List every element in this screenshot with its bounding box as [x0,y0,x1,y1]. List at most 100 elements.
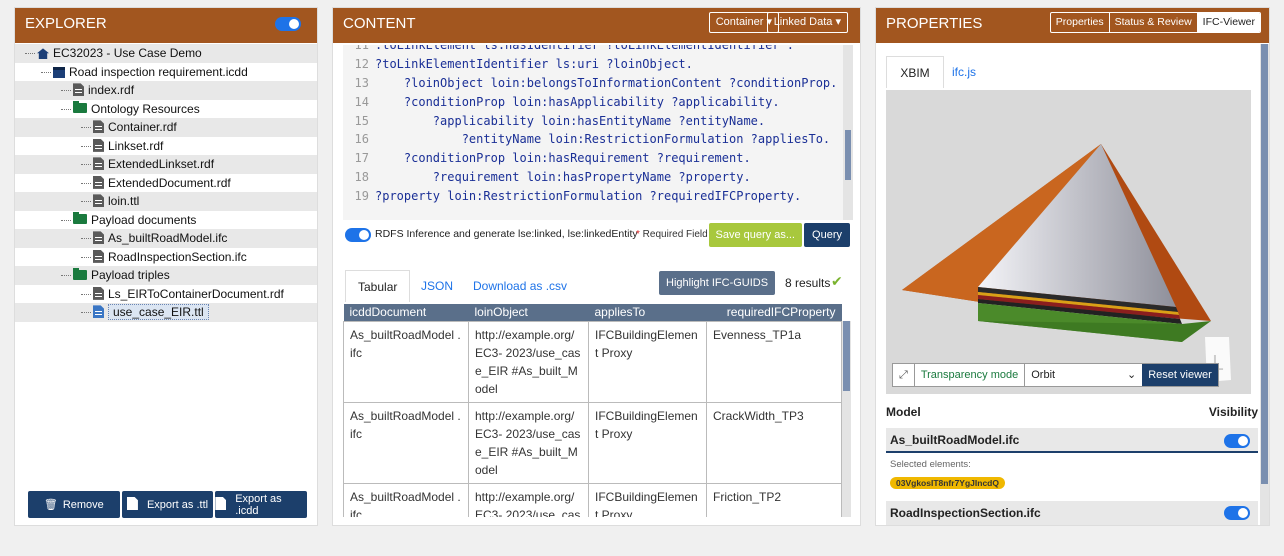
code-text: ?property loin:RestrictionFormulation ?r… [375,189,802,204]
tree-connector [41,71,51,73]
tree-item-label: ExtendedLinkset.rdf [108,157,215,171]
code-line: 19 ?property loin:RestrictionFormulation … [343,187,853,206]
column-header[interactable]: requiredIFCProperty [706,304,842,321]
column-header[interactable]: icddDocument [343,304,469,321]
model-visibility-toggle[interactable] [1224,506,1250,520]
properties-scrollbar[interactable] [1260,44,1269,525]
code-line: 13 ?loinObject loin:belongsToInformation… [343,74,853,93]
column-header[interactable]: appliesTo [588,304,707,321]
selected-elements-label: Selected elements: [890,459,971,470]
tree-item[interactable]: ExtendedDocument.rdf [15,174,317,193]
file-icon [93,138,104,152]
tab-tabular[interactable]: Tabular [345,270,411,302]
tab-xbim[interactable]: XBIM [886,56,944,88]
file-icon [93,286,104,300]
tree-connector [61,275,71,277]
tree-connector [81,312,91,314]
tree-item[interactable]: Payload triples [15,266,317,285]
tree-connector [81,164,91,166]
container-icon [53,66,65,78]
linked-data-dropdown[interactable]: Linked Data ▾ [766,12,848,33]
download-csv-link[interactable]: Download as .csv [473,270,567,302]
tree-item-label: Payload triples [91,268,170,282]
tree-item-label: Linkset.rdf [108,138,164,153]
tree-item[interactable]: Linkset.rdf [15,137,317,156]
tree-item[interactable]: As_builtRoadModel.ifc [15,229,317,248]
results-table: icddDocument loinObject appliesTo requiredI… [343,304,851,517]
folder-icon [73,101,87,114]
selected-guid-badge[interactable]: 03VgkosIT8nfr7YgJIncdQ [890,477,1005,489]
ifc-viewer-canvas[interactable]: L ⤢ Transparency mode Orbit⌄ Reset viewe… [886,90,1251,394]
code-line: 11:toLinkElement ls:hasIdentifier ?toLin… [343,45,853,55]
tab-ifc-viewer[interactable]: IFC-Viewer [1196,13,1260,32]
file-icon [215,497,227,510]
tab-properties[interactable]: Properties [1051,13,1109,32]
content-title: CONTENT [343,15,416,32]
table-row[interactable]: As_builtRoadModel .ifc http://example.org… [343,401,842,484]
tree-connector [81,127,91,129]
table-cell: http://example.org/ EC3- 2023/use_case_E… [468,320,589,403]
table-row[interactable]: As_builtRoadModel .ifc http://example.org… [343,320,842,403]
tab-json[interactable]: JSON [421,270,453,302]
results-count: 8 results [785,276,831,290]
model-row: RoadInspectionSection.ifc [886,501,1258,525]
tree-connector [61,90,71,92]
tab-status-review[interactable]: Status & Review [1108,13,1197,32]
explorer-toggle[interactable] [275,17,301,31]
column-header[interactable]: loinObject [468,304,589,321]
tree-item[interactable]: index.rdf [15,81,317,100]
tree-item[interactable]: loin.ttl [15,192,317,211]
navigation-mode-select[interactable]: Orbit ⌄ [1024,364,1142,386]
model-visibility-toggle[interactable] [1224,434,1250,448]
table-cell: As_builtRoadModel .ifc [343,320,469,403]
inference-label: RDFS Inference and generate lse:linked, … [375,228,638,240]
query-editor[interactable]: 11:toLinkElement ls:hasIdentifier ?toLin… [343,45,853,220]
export-icdd-button[interactable]: Export as .icdd [215,491,308,518]
properties-header: PROPERTIES Properties Status & Review IF… [876,8,1269,43]
table-row[interactable]: As_builtRoadModel .ifc http://example.org… [343,482,842,517]
tree-item[interactable]: use_case_EIR.ttl [15,303,317,322]
inference-toggle[interactable] [345,228,371,242]
tree-item[interactable]: RoadInspectionSection.ifc [15,248,317,267]
code-line: 17 ?conditionProp loin:hasRequirement ?r… [343,149,853,168]
table-cell: IFCBuildingElement Proxy [588,401,707,484]
properties-title: PROPERTIES [886,15,983,32]
folder-icon [73,267,87,280]
save-query-button[interactable]: Save query as... [708,223,802,247]
line-number: 12 [354,56,369,71]
query-button[interactable]: Query [804,223,850,247]
tree-item[interactable]: Road inspection requirement.icdd [15,63,317,82]
tree-item[interactable]: EC32023 - Use Case Demo [15,44,317,63]
tree-item-label: Container.rdf [108,120,177,134]
chevron-down-icon: ⌄ [1127,369,1137,381]
tree-item[interactable]: Ontology Resources [15,100,317,119]
line-number: 19 [354,189,369,204]
tree-item[interactable]: ExtendedLinkset.rdf [15,155,317,174]
reset-viewer-button[interactable]: Reset viewer [1142,364,1218,386]
properties-panel: PROPERTIES Properties Status & Review IF… [876,8,1269,525]
remove-button[interactable]: 🗑 Remove [28,491,120,518]
table-cell: As_builtRoadModel .ifc [343,482,469,517]
code-line: 18 ?requirement loin:hasPropertyName ?pr… [343,168,853,187]
tree-connector [61,108,71,110]
table-cell: Friction_TP2 [706,482,842,517]
transparency-mode-button[interactable]: Transparency mode [913,364,1024,386]
expand-icon[interactable]: ⤢ [893,364,914,386]
selected-elements: Selected elements: 03VgkosIT8nfr7YgJIncd… [886,457,1258,497]
export-ttl-button[interactable]: Export as .ttl [121,491,214,518]
file-icon [126,497,138,510]
file-icon [73,83,84,97]
tree-item-label: EC32023 - Use Case Demo [53,46,202,60]
tree-item[interactable]: Ls_EIRToContainerDocument.rdf [15,285,317,304]
tree-item[interactable]: Payload documents [15,211,317,230]
editor-scrollbar[interactable] [843,45,853,220]
tab-ifcjs[interactable]: ifc.js [952,56,976,88]
line-number: 17 [354,151,369,166]
highlight-ifc-guids-button[interactable]: Highlight IFC-GUIDS [659,271,776,295]
code-text: ?requirement loin:hasPropertyName ?prope… [375,170,751,185]
table-cell: As_builtRoadModel .ifc [343,401,469,484]
tree-item[interactable]: Container.rdf [15,118,317,137]
code-line: 16 ?entityName loin:RestrictionFormulati… [343,130,853,149]
table-scrollbar[interactable] [842,321,851,517]
model-row: As_builtRoadModel.ifc [886,428,1258,453]
